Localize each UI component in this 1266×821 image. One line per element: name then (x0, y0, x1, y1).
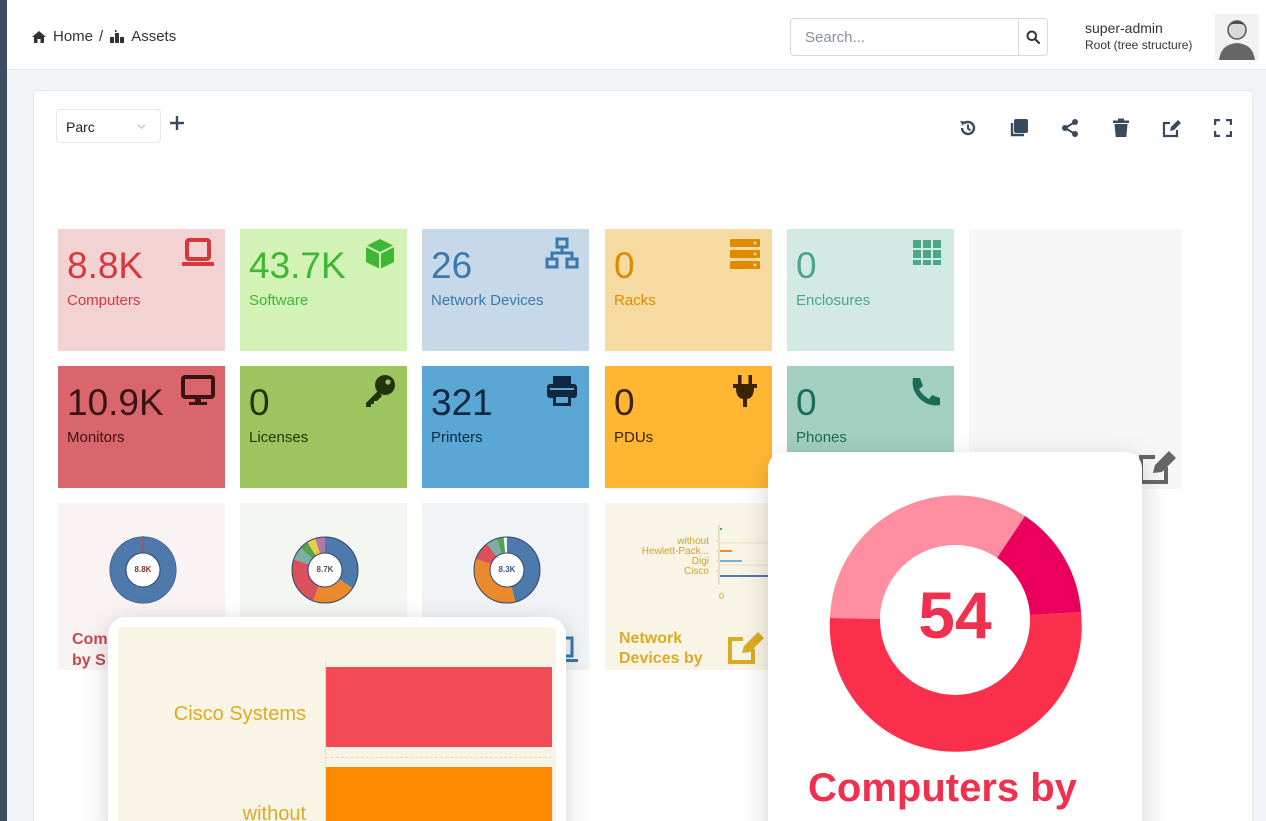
plug-icon (733, 375, 757, 407)
home-icon (32, 30, 46, 43)
search-input[interactable] (791, 19, 1018, 55)
tile-licenses-label: Licenses (249, 429, 309, 446)
tile-monitors-label: Monitors (67, 429, 125, 446)
desktop-icon (181, 375, 215, 405)
breadcrumb-separator: / (99, 28, 104, 45)
clone-icon[interactable] (1008, 117, 1030, 139)
tile-pdus-value: 0 (614, 382, 635, 423)
user-menu[interactable]: super-admin Root (tree structure) (1085, 20, 1192, 52)
tile-printers-label: Printers (431, 429, 483, 446)
pie2-center: 8.7K (316, 565, 334, 574)
network-title-line1: Network (619, 630, 683, 647)
tile-phones-value: 0 (796, 382, 817, 423)
search-button[interactable] (1018, 19, 1047, 55)
tile-monitors-value: 10.9K (67, 382, 164, 423)
tile-printers[interactable]: 321 Printers (422, 366, 589, 488)
network-bar-mini (716, 525, 772, 585)
fullscreen-icon[interactable] (1212, 117, 1234, 139)
tile-computers-value: 8.8K (67, 245, 144, 286)
tile-pdus-label: PDUs (614, 429, 654, 446)
tile-racks-value: 0 (614, 245, 635, 286)
tile-network-value: 26 (431, 245, 473, 286)
dashboard-select[interactable]: Parc (56, 109, 161, 143)
print-icon (547, 376, 577, 406)
tile-printers-value: 321 (431, 382, 493, 423)
bar-cisco (326, 667, 552, 747)
network-icon (545, 237, 579, 269)
network-title: Network Devices by (619, 629, 703, 669)
network-title-line2: Devices by (619, 650, 703, 667)
widget-network-devices-by[interactable]: without Hewlett-Pack... Digi Cisco 0 Net… (605, 503, 772, 670)
dashboard-toolbar (957, 117, 1234, 139)
bar-row-without-label: without (242, 803, 306, 821)
user-name: super-admin (1085, 20, 1163, 36)
avatar[interactable] (1215, 14, 1259, 60)
bar-without (326, 767, 552, 821)
global-search (790, 18, 1048, 56)
tile-phones-label: Phones (796, 429, 847, 446)
tile-computers[interactable]: 8.8K Computers (58, 229, 225, 351)
history-icon[interactable] (957, 117, 979, 139)
tile-enclosures-value: 0 (796, 245, 817, 286)
edit-icon[interactable] (1161, 117, 1183, 139)
breadcrumb-home[interactable]: Home (53, 28, 93, 45)
zoomed-bar-chart: Cisco Systems without (118, 627, 556, 821)
tile-enclosures-label: Enclosures (796, 292, 871, 309)
breadcrumb: Home / Assets (31, 28, 176, 45)
dashboard-select-value: Parc (66, 119, 95, 135)
donut-title: Computers by (808, 766, 1077, 810)
grid-icon (913, 240, 941, 265)
tile-computers-label: Computers (67, 292, 141, 309)
share-icon[interactable] (1059, 117, 1081, 139)
assets-icon (110, 29, 125, 43)
bar-divider (326, 757, 552, 758)
network-axis-zero: 0 (719, 591, 725, 601)
sidebar-edge (0, 0, 7, 821)
donut-center-value: 54 (918, 578, 992, 652)
zoomed-donut-card: 54 Computers by (768, 452, 1142, 821)
trash-icon[interactable] (1110, 117, 1132, 139)
tile-software[interactable]: 43.7K Software (240, 229, 407, 351)
tile-network-label: Network Devices (431, 292, 544, 309)
laptop-icon (182, 238, 214, 266)
phone-icon (912, 378, 940, 406)
legend-cisco: Cisco (683, 566, 709, 577)
pie1-title-line2: by S (72, 652, 106, 669)
add-dashboard-icon[interactable] (169, 115, 185, 131)
pie3-center: 8.3K (498, 565, 516, 574)
tile-licenses-value: 0 (249, 382, 270, 423)
tile-racks-label: Racks (614, 292, 656, 309)
pie1-title-line1: Com (72, 631, 108, 648)
tile-racks[interactable]: 0 Racks (605, 229, 772, 351)
server-icon (730, 239, 760, 269)
chevron-down-icon (137, 124, 146, 130)
network-legend: without Hewlett-Pack... Digi Cisco (613, 537, 709, 577)
tile-network-devices[interactable]: 26 Network Devices (422, 229, 589, 351)
cube-icon (365, 239, 395, 269)
search-icon (1026, 30, 1040, 44)
breadcrumb-assets[interactable]: Assets (131, 28, 176, 45)
bar-row-cisco-label: Cisco Systems (173, 703, 306, 725)
key-icon (366, 375, 395, 407)
tile-monitors[interactable]: 10.9K Monitors (58, 366, 225, 488)
top-header: Home / Assets super-admin Root (tree str… (7, 0, 1266, 70)
user-entity: Root (tree structure) (1085, 38, 1193, 52)
bar-axis (325, 661, 326, 821)
tile-enclosures[interactable]: 0 Enclosures (787, 229, 954, 351)
edit-icon[interactable] (727, 629, 767, 665)
zoomed-bar-chart-card: Cisco Systems without (108, 617, 566, 821)
tile-software-label: Software (249, 292, 309, 309)
edit-icon[interactable] (1138, 447, 1178, 485)
tile-software-value: 43.7K (249, 245, 346, 286)
pie1-center: 8.8K (134, 565, 152, 574)
tile-pdus[interactable]: 0 PDUs (605, 366, 772, 488)
tile-licenses[interactable]: 0 Licenses (240, 366, 407, 488)
